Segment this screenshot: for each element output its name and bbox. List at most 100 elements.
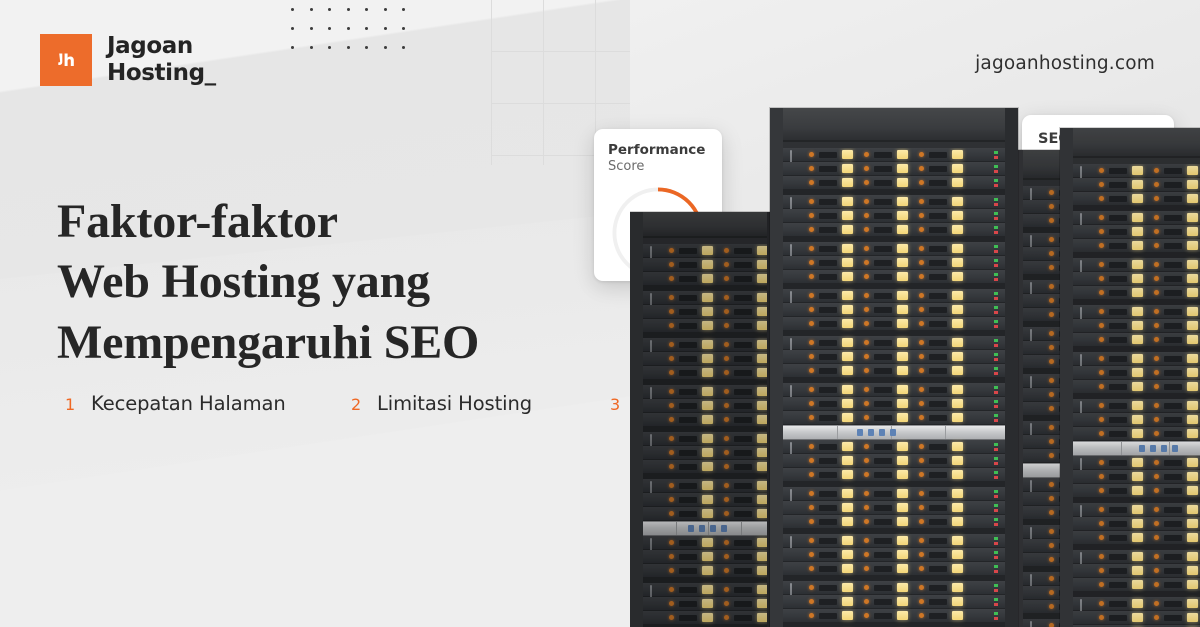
status-led	[809, 368, 814, 373]
activity-indicator	[1187, 486, 1198, 495]
status-led	[724, 483, 729, 488]
status-led	[1049, 604, 1054, 609]
status-led	[864, 505, 869, 510]
status-led	[809, 519, 814, 524]
status-led	[724, 356, 729, 361]
activity-indicator	[702, 387, 713, 396]
server-unit	[783, 148, 1005, 174]
tray-port	[879, 429, 886, 436]
activity-indicator	[1187, 335, 1198, 344]
status-led	[1154, 290, 1159, 295]
decor-dot	[402, 27, 405, 30]
activity-indicator	[897, 489, 908, 498]
power-led-green	[994, 471, 998, 474]
brand-logo[interactable]: Jagoan Hosting_	[40, 33, 216, 86]
drive-slot	[1109, 195, 1127, 202]
site-url[interactable]: jagoanhosting.com	[975, 53, 1155, 74]
activity-indicator	[897, 413, 908, 422]
status-led	[669, 276, 674, 281]
status-led	[919, 166, 924, 171]
drive-slot	[1164, 553, 1182, 560]
status-led	[1099, 276, 1104, 281]
activity-indicator	[897, 456, 908, 465]
status-led	[809, 152, 814, 157]
drive-slot	[734, 388, 752, 395]
activity-indicator	[1187, 580, 1198, 589]
drive-slot	[874, 471, 892, 478]
drive-slot	[874, 151, 892, 158]
tray-port	[721, 525, 727, 532]
activity-indicator	[757, 495, 767, 504]
drive-slot	[734, 308, 752, 315]
drive-slot	[819, 306, 837, 313]
drive-slot	[874, 386, 892, 393]
drive-slot	[734, 496, 752, 503]
drive-slot	[819, 565, 837, 572]
activity-indicator	[757, 599, 767, 608]
power-led-green	[994, 353, 998, 356]
activity-indicator	[952, 442, 963, 451]
activity-indicator	[897, 366, 908, 375]
drive-slot	[819, 551, 837, 558]
drive-slot	[929, 212, 947, 219]
activity-indicator	[952, 597, 963, 606]
status-led	[809, 585, 814, 590]
status-led	[864, 260, 869, 265]
status-led	[669, 403, 674, 408]
server-unit	[643, 413, 767, 427]
power-led-green	[994, 584, 998, 587]
status-led	[809, 599, 814, 604]
activity-indicator	[952, 456, 963, 465]
server-unit	[643, 507, 767, 521]
activity-indicator	[702, 307, 713, 316]
power-led-green	[994, 457, 998, 460]
status-led	[1154, 262, 1159, 267]
activity-indicator	[1187, 288, 1198, 297]
activity-indicator	[842, 517, 853, 526]
status-led	[1154, 182, 1159, 187]
activity-indicator	[952, 503, 963, 512]
power-led-green	[994, 367, 998, 370]
server-unit	[783, 397, 1005, 411]
activity-indicator	[952, 399, 963, 408]
status-led	[1154, 474, 1159, 479]
drive-slot	[734, 247, 752, 254]
status-led	[1049, 590, 1054, 595]
drive-slot	[929, 457, 947, 464]
activity-indicator	[897, 258, 908, 267]
drive-slot	[679, 355, 697, 362]
activity-indicator	[952, 244, 963, 253]
activity-indicator	[952, 258, 963, 267]
drive-slot	[929, 598, 947, 605]
status-led	[1154, 615, 1159, 620]
activity-indicator	[1132, 429, 1143, 438]
server-unit	[783, 256, 1005, 270]
status-led	[1154, 229, 1159, 234]
drive-slot	[1164, 242, 1182, 249]
status-led	[1099, 521, 1104, 526]
drive-slot	[874, 198, 892, 205]
activity-indicator	[1132, 505, 1143, 514]
status-led	[864, 307, 869, 312]
drive-slot	[1164, 275, 1182, 282]
activity-indicator	[1187, 472, 1198, 481]
drive-slot	[1164, 383, 1182, 390]
activity-indicator	[1132, 180, 1143, 189]
drive-slot	[929, 165, 947, 172]
server-unit	[1073, 272, 1200, 286]
status-led	[809, 472, 814, 477]
activity-indicator	[702, 293, 713, 302]
power-led-green	[994, 504, 998, 507]
status-led	[919, 246, 924, 251]
drive-slot	[929, 245, 947, 252]
status-led	[809, 274, 814, 279]
drive-slot	[874, 584, 892, 591]
status-led	[669, 568, 674, 573]
drive-slot	[874, 518, 892, 525]
activity-indicator	[1132, 274, 1143, 283]
drive-slot	[874, 612, 892, 619]
activity-indicator	[757, 401, 767, 410]
drive-slot	[819, 292, 837, 299]
activity-indicator	[1132, 552, 1143, 561]
status-led	[864, 354, 869, 359]
